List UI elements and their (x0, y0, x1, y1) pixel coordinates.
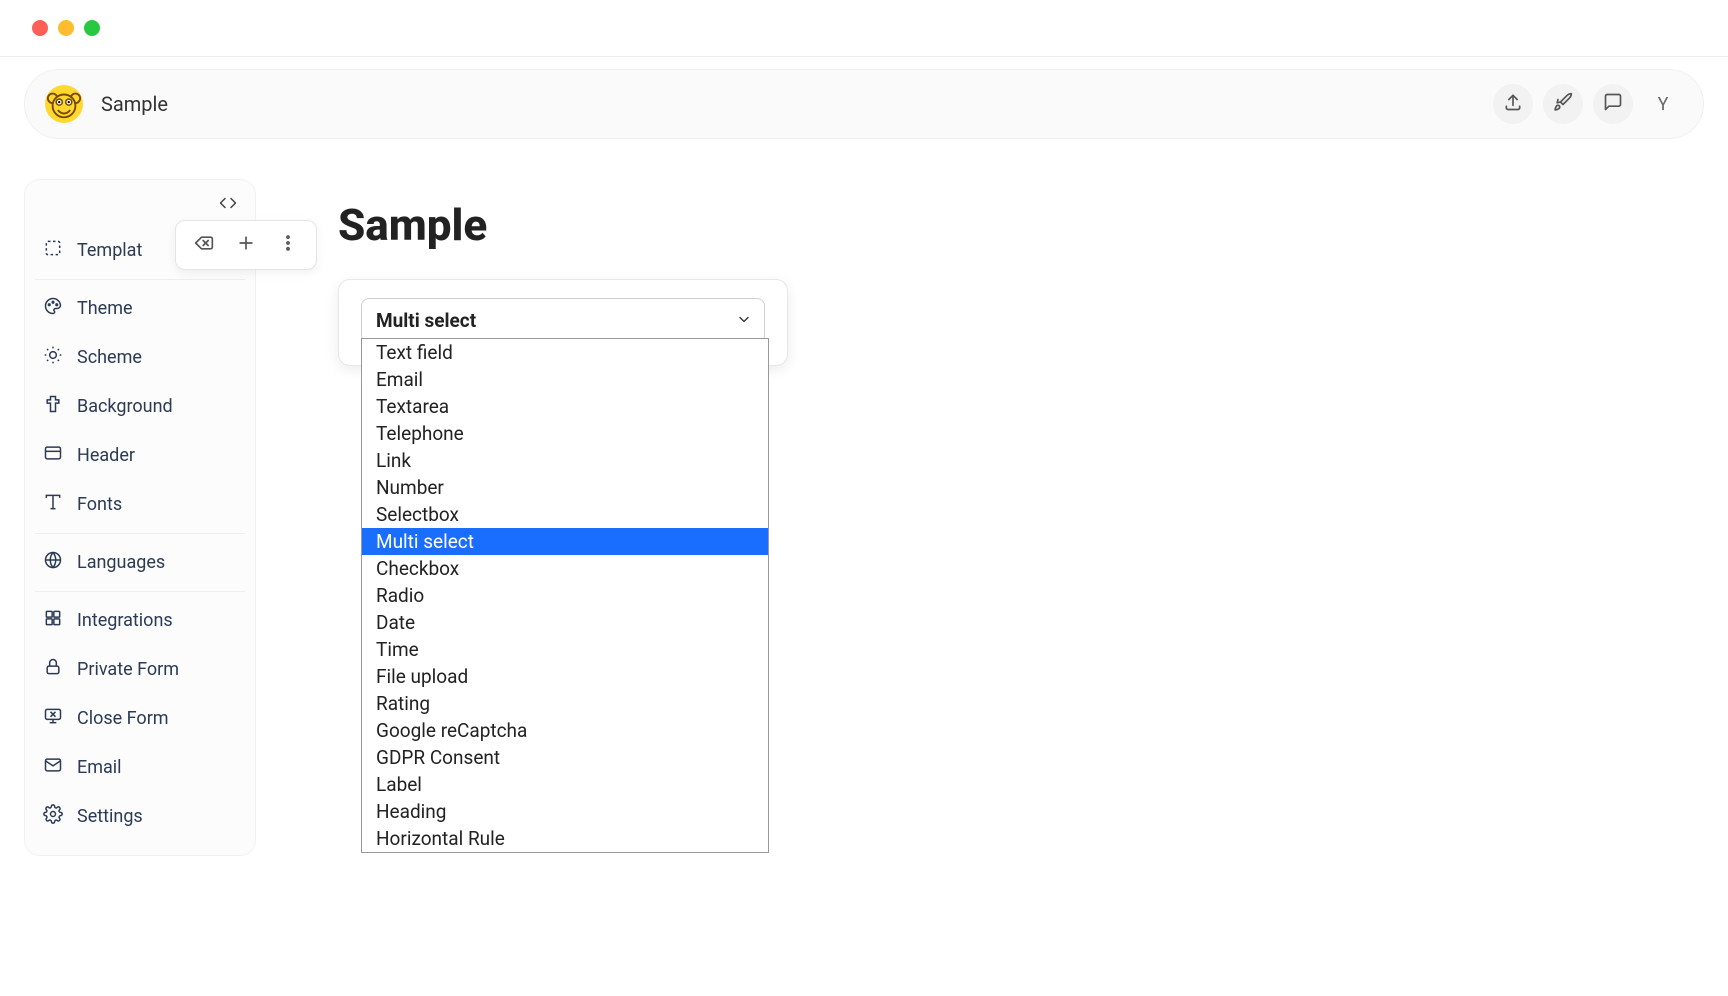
sidebar-item-label: Scheme (77, 347, 142, 368)
rocket-button[interactable] (1543, 84, 1583, 124)
sidebar-item-label: Email (77, 757, 122, 778)
window-close-dot[interactable] (32, 20, 48, 36)
topbar: Sample Y (24, 69, 1704, 139)
sidebar-divider (35, 533, 245, 534)
field-type-option[interactable]: Link (362, 447, 768, 474)
sidebar-item-background[interactable]: Background (25, 382, 255, 431)
sidebar-item-label: Theme (77, 298, 133, 319)
topbar-actions: Y (1493, 84, 1683, 124)
plus-icon (236, 238, 256, 257)
dots-vertical-icon (278, 238, 298, 257)
field-type-option[interactable]: Heading (362, 798, 768, 825)
palette-icon (43, 296, 63, 321)
field-type-option[interactable]: Text field (362, 339, 768, 366)
field-type-option[interactable]: Email (362, 366, 768, 393)
brush-icon (43, 394, 63, 419)
floating-toolbar (175, 220, 317, 270)
sidebar-item-label: Languages (77, 552, 165, 573)
avatar-initial: Y (1658, 94, 1669, 115)
field-type-option[interactable]: Multi select (362, 528, 768, 555)
field-type-option[interactable]: Time (362, 636, 768, 663)
field-type-option[interactable]: Checkbox (362, 555, 768, 582)
settings-icon (43, 804, 63, 829)
sidebar-item-label: Header (77, 445, 135, 466)
window-zoom-dot[interactable] (84, 20, 100, 36)
field-type-option[interactable]: File upload (362, 663, 768, 690)
sun-icon (43, 345, 63, 370)
monitor-x-icon (43, 706, 63, 731)
field-type-option[interactable]: Selectbox (362, 501, 768, 528)
sidebar-item-label: Close Form (77, 708, 169, 729)
topbar-title: Sample (101, 92, 168, 116)
sidebar-item-integrations[interactable]: Integrations (25, 596, 255, 645)
upload-icon (1503, 92, 1523, 116)
sidebar-item-email[interactable]: Email (25, 743, 255, 792)
field-type-option[interactable]: GDPR Consent (362, 744, 768, 771)
add-field-button[interactable] (236, 233, 256, 257)
rocket-icon (1553, 92, 1573, 116)
field-type-current: Multi select (376, 309, 476, 332)
sidebar-item-languages[interactable]: Languages (25, 538, 255, 587)
code-toggle[interactable] (219, 194, 237, 216)
chat-icon (1603, 92, 1623, 116)
template-icon (43, 238, 63, 263)
delete-icon (194, 238, 214, 257)
sidebar-divider (35, 591, 245, 592)
field-type-select[interactable]: Multi select (361, 298, 765, 343)
sidebar-item-private-form[interactable]: Private Form (25, 645, 255, 694)
more-actions-button[interactable] (278, 233, 298, 257)
sidebar-item-label: Fonts (77, 494, 122, 515)
mail-icon (43, 755, 63, 780)
field-type-option[interactable]: Radio (362, 582, 768, 609)
sidebar-item-label: Templat (77, 240, 142, 261)
sidebar-item-label: Integrations (77, 610, 173, 631)
form-card: Multi select Text fieldEmailTextareaTele… (338, 279, 788, 366)
sidebar-item-label: Background (77, 396, 173, 417)
sidebar-item-header[interactable]: Header (25, 431, 255, 480)
window-controls (0, 0, 1728, 57)
upload-button[interactable] (1493, 84, 1533, 124)
chevron-down-icon (736, 309, 752, 332)
sidebar-item-theme[interactable]: Theme (25, 284, 255, 333)
sidebar: Templat Theme Scheme Background Header F… (24, 179, 256, 856)
field-type-option[interactable]: Textarea (362, 393, 768, 420)
delete-field-button[interactable] (194, 233, 214, 257)
chat-button[interactable] (1593, 84, 1633, 124)
field-type-option[interactable]: Label (362, 771, 768, 798)
field-type-option[interactable]: Number (362, 474, 768, 501)
field-type-option[interactable]: Rating (362, 690, 768, 717)
main-canvas: Sample Multi select Text fieldEmailTexta… (286, 179, 1704, 366)
page-title: Sample (338, 199, 1704, 251)
type-icon (43, 492, 63, 517)
sidebar-item-label: Private Form (77, 659, 179, 680)
field-type-option[interactable]: Google reCaptcha (362, 717, 768, 744)
sidebar-item-scheme[interactable]: Scheme (25, 333, 255, 382)
sidebar-item-fonts[interactable]: Fonts (25, 480, 255, 529)
sidebar-item-settings[interactable]: Settings (25, 792, 255, 841)
puzzle-icon (43, 608, 63, 633)
app-logo (45, 85, 83, 123)
sidebar-item-close-form[interactable]: Close Form (25, 694, 255, 743)
header-icon (43, 443, 63, 468)
field-type-dropdown[interactable]: Text fieldEmailTextareaTelephoneLinkNumb… (361, 338, 769, 853)
code-icon (219, 197, 237, 216)
field-type-option[interactable]: Horizontal Rule (362, 825, 768, 852)
field-type-option[interactable]: Date (362, 609, 768, 636)
sidebar-item-label: Settings (77, 806, 143, 827)
sidebar-divider (35, 279, 245, 280)
lock-icon (43, 657, 63, 682)
field-type-option[interactable]: Telephone (362, 420, 768, 447)
user-avatar[interactable]: Y (1643, 84, 1683, 124)
globe-icon (43, 550, 63, 575)
window-minimize-dot[interactable] (58, 20, 74, 36)
